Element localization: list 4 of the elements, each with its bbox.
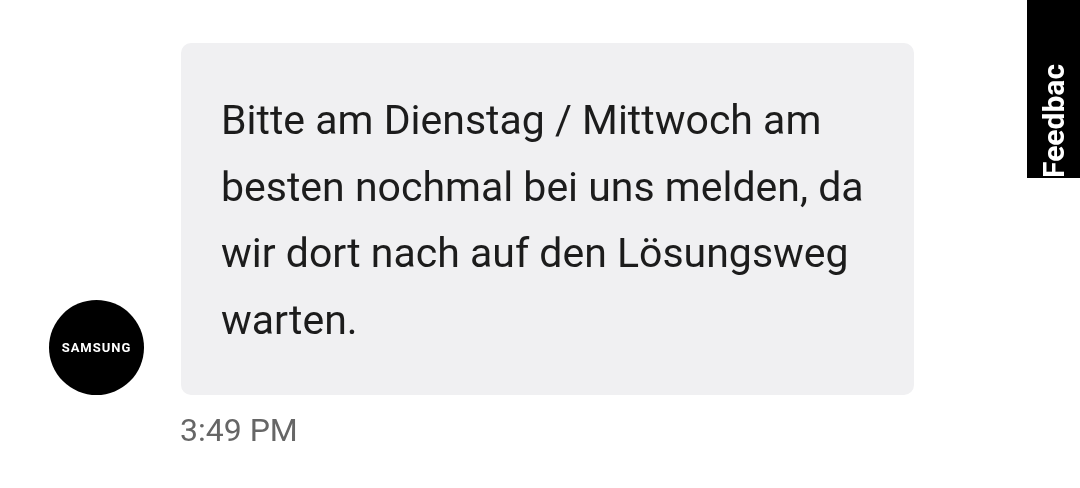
feedback-tab[interactable]: Feedbac — [1027, 0, 1080, 178]
message-bubble: Bitte am Dienstag / Mittwoch am besten nochmal bei uns melden, da wir dort nach auf den Lösungsweg warten. — [181, 43, 914, 395]
logo-text: SAMSUNG — [61, 340, 132, 355]
message-time: 3:49 PM — [180, 411, 299, 449]
